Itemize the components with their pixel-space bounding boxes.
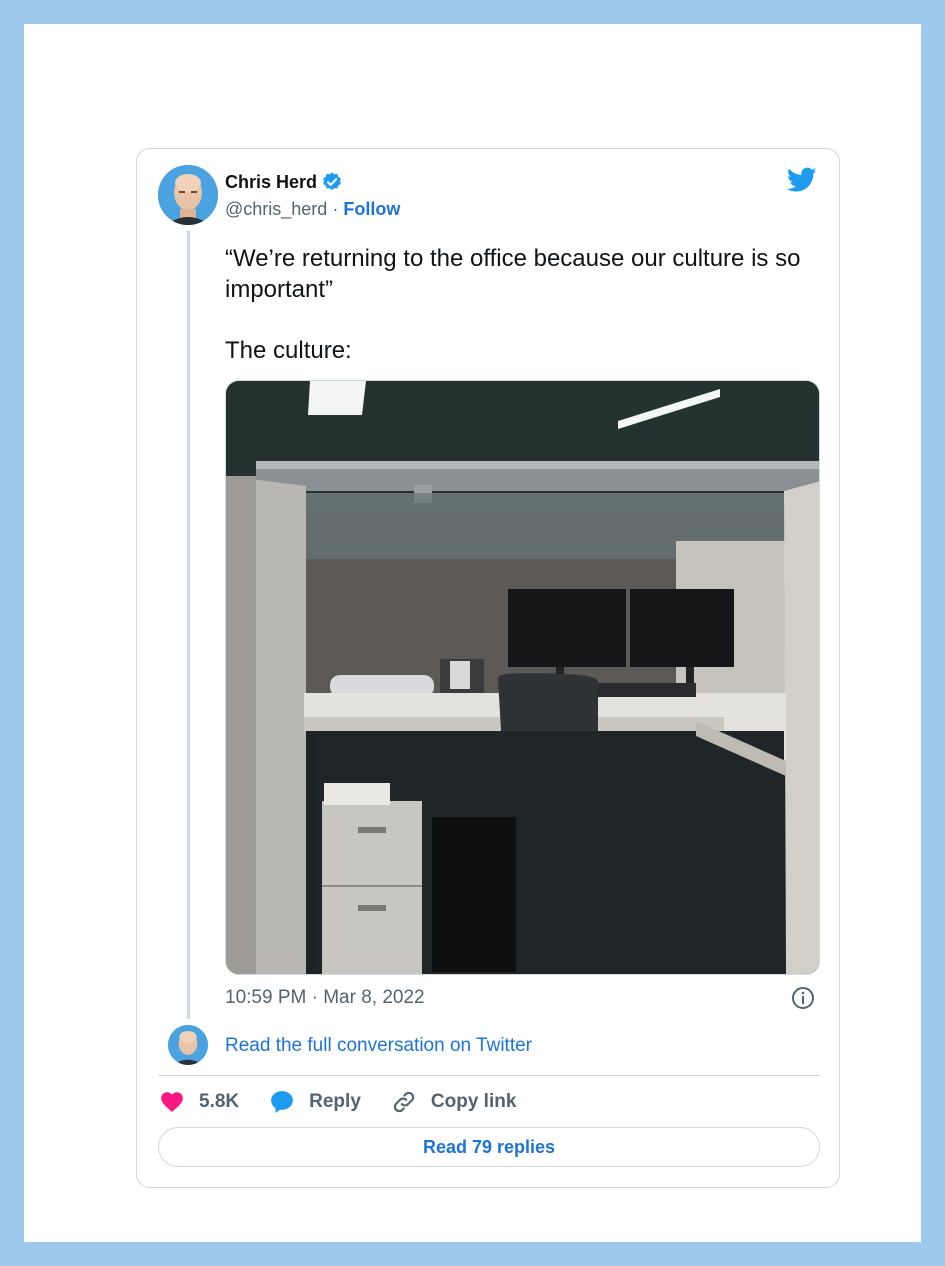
page-frame: Chris Herd @chris_herd · Follow “We’re r… <box>24 24 921 1242</box>
handle-separator: · <box>332 199 339 219</box>
read-replies-label: Read 79 replies <box>422 1136 556 1157</box>
like-button[interactable]: 5.8K <box>159 1089 239 1115</box>
author-name-row: Chris Herd <box>225 171 343 193</box>
like-count: 5.8K <box>199 1091 240 1112</box>
thread-line <box>187 231 190 1019</box>
tweet-text: “We’re returning to the office because o… <box>225 243 825 366</box>
reply-button[interactable]: Reply <box>269 1089 361 1115</box>
reader-avatar <box>168 1025 208 1065</box>
author-name[interactable]: Chris Herd <box>225 172 317 193</box>
verified-badge-icon <box>323 172 341 190</box>
author-avatar[interactable] <box>158 165 218 225</box>
tweet-timestamp[interactable]: 10:59 PM · Mar 8, 2022 <box>225 987 425 1009</box>
copy-link-button[interactable]: Copy link <box>391 1089 517 1115</box>
copy-link-label: Copy link <box>430 1091 517 1112</box>
heart-icon <box>161 1092 183 1112</box>
action-bar: 5.8K Reply Copy link <box>159 1089 546 1115</box>
tweet-card: Chris Herd @chris_herd · Follow “We’re r… <box>136 148 840 1188</box>
divider <box>158 1075 820 1076</box>
info-icon[interactable] <box>791 986 815 1010</box>
reply-bubble-icon <box>271 1091 293 1113</box>
follow-link[interactable]: Follow <box>343 199 400 219</box>
read-replies-button[interactable]: Read 79 replies <box>158 1127 820 1167</box>
author-handle[interactable]: @chris_herd <box>225 199 327 219</box>
twitter-bird-icon[interactable] <box>787 167 817 193</box>
tweet-photo-cubicle[interactable] <box>225 380 820 975</box>
read-full-conversation-link[interactable]: Read the full conversation on Twitter <box>225 1035 532 1057</box>
handle-row: @chris_herd · Follow <box>225 199 400 220</box>
tweet-text-line-2: The culture: <box>225 337 352 364</box>
tweet-text-line-1: “We’re returning to the office because o… <box>225 245 801 303</box>
reply-label: Reply <box>309 1091 361 1112</box>
link-icon <box>393 1091 415 1113</box>
